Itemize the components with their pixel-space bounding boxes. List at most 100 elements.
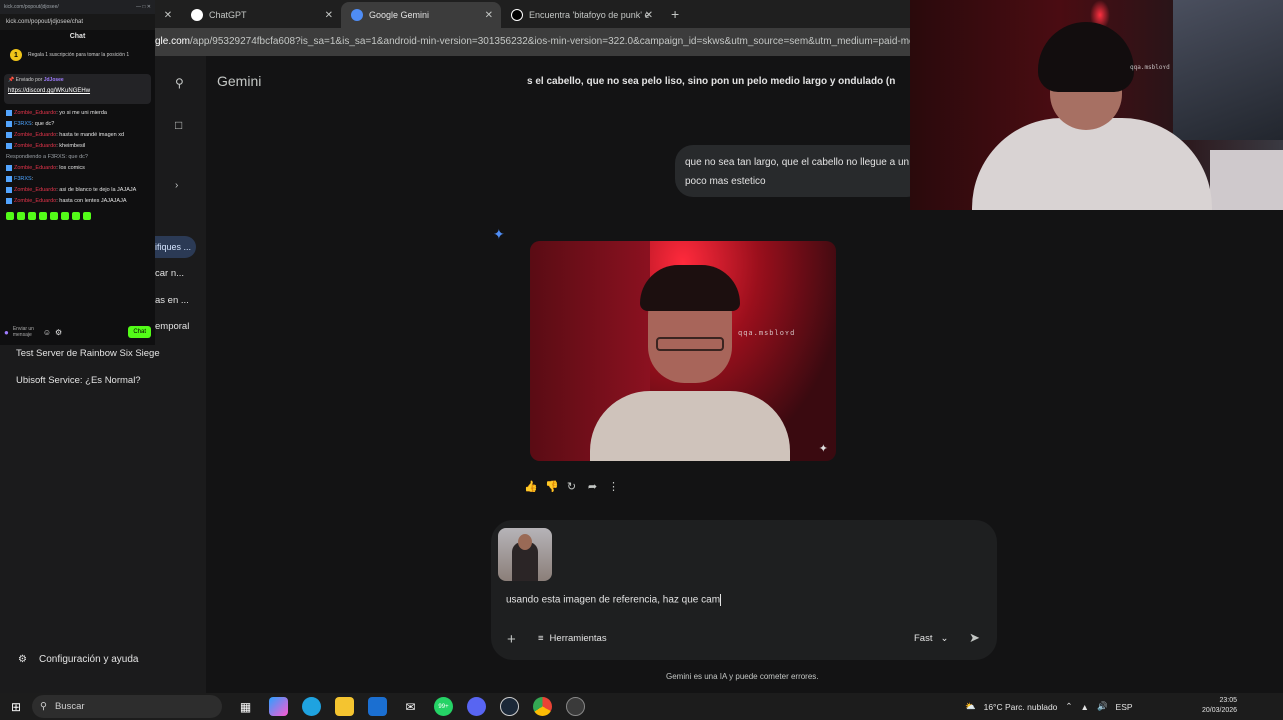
steam-icon[interactable]: [500, 697, 519, 716]
chat-message: F3RXS: que dc?: [6, 120, 149, 128]
taskbar: ⊞ ⚲ Buscar ▦ ✉ 99+ ⛅ 16°C Parc. nublado …: [0, 693, 1283, 720]
user-badge-icon: [6, 197, 12, 204]
text-caret: [720, 594, 722, 606]
chevron-up-icon[interactable]: ⌃: [1065, 701, 1072, 712]
task-view-icon[interactable]: ▦: [236, 697, 255, 716]
chevron-down-icon: ⌄: [940, 633, 949, 644]
emote-icon[interactable]: [39, 212, 47, 220]
clock[interactable]: 23:05 20/03/2026: [1202, 696, 1237, 716]
kick-chat-input[interactable]: ● Enviar un mensaje ☺ ⚙ Chat: [0, 319, 155, 345]
chat-username[interactable]: F3RXS: [14, 176, 32, 182]
chat-username[interactable]: Zombie_Eduardo: [14, 165, 56, 171]
sidebar-item[interactable]: as en ...: [155, 295, 203, 306]
sub-goal: 1 Regala 1 suscripción para tomar la pos…: [0, 44, 155, 66]
close-icon[interactable]: ✕: [645, 10, 653, 21]
sidebar-item[interactable]: car n...: [155, 268, 203, 279]
edge-icon[interactable]: [302, 697, 321, 716]
disclaimer: Gemini es una IA y puede cometer errores…: [666, 672, 819, 681]
discord-icon[interactable]: [467, 697, 486, 716]
chat-username[interactable]: Zombie_Eduardo: [14, 187, 56, 193]
chat-message: Zombie_Eduardo: hasta te mandé imagen xd: [6, 131, 149, 139]
pinned-by-user: JdJosee: [43, 77, 64, 83]
sidebar-item[interactable]: Test Server de Rainbow Six Siege: [16, 348, 160, 359]
chat-username[interactable]: Zombie_Eduardo: [14, 132, 56, 138]
image-overlay-text: qqa.msbloʏd: [738, 329, 796, 337]
mic-icon[interactable]: ●: [4, 328, 9, 337]
weather-icon[interactable]: ⛅: [965, 701, 976, 712]
address-bar[interactable]: gle.com/app/95329274fbcfa608?is_sa=1&is_…: [155, 28, 915, 56]
new-tab-button[interactable]: +: [661, 6, 689, 28]
chevron-right-icon[interactable]: ›: [175, 180, 178, 191]
whatsapp-icon[interactable]: 99+: [434, 697, 453, 716]
close-icon[interactable]: ✕: [155, 2, 181, 28]
generated-image[interactable]: qqa.msbloʏd ✦: [530, 241, 836, 461]
search-icon[interactable]: ⚲: [175, 76, 184, 90]
taskbar-apps: ▦ ✉ 99+: [236, 697, 585, 716]
chat-message-text: : hasta te mandé imagen xd: [56, 132, 125, 138]
close-icon[interactable]: ✕: [485, 10, 493, 21]
regenerate-icon[interactable]: ↻: [566, 480, 577, 493]
attached-image-thumbnail[interactable]: [498, 528, 552, 581]
windows-start-icon[interactable]: ⊞: [0, 700, 32, 714]
sidebar-item[interactable]: Ubisoft Service: ¿Es Normal?: [16, 375, 141, 386]
emote-icon[interactable]: [61, 212, 69, 220]
emote-icon[interactable]: [28, 212, 36, 220]
chat-message: Zombie_Eduardo: yo si me uni mierda: [6, 109, 149, 117]
emote-icon[interactable]: [72, 212, 80, 220]
tab-chatgpt[interactable]: ChatGPT ✕: [181, 2, 341, 28]
thumbs-up-icon[interactable]: 👍: [524, 480, 538, 493]
add-attachment-icon[interactable]: +: [507, 631, 516, 648]
emote-icon[interactable]: [83, 212, 91, 220]
chat-message: Zombie_Eduardo: los comics: [6, 164, 149, 172]
emote-icon[interactable]: [50, 212, 58, 220]
chat-username[interactable]: F3RXS: [14, 121, 32, 127]
mail-icon[interactable]: ✉: [401, 697, 420, 716]
close-icon[interactable]: ✕: [325, 10, 333, 21]
sidebar-item-active[interactable]: ifiques ...: [155, 236, 196, 258]
tab-gemini[interactable]: Google Gemini ✕: [341, 2, 501, 28]
more-options-icon[interactable]: ⋮: [608, 480, 619, 493]
chat-username[interactable]: Zombie_Eduardo: [14, 143, 56, 149]
chat-send-button[interactable]: Chat: [128, 326, 151, 338]
chat-message-text: : que dc?: [31, 121, 55, 127]
tab-tiktok[interactable]: Encuentra 'bitafoyo de punk' en ✕: [501, 2, 661, 28]
prompt-composer[interactable]: usando esta imagen de referencia, haz qu…: [491, 520, 997, 660]
sparkle-icon: ✦: [818, 443, 828, 455]
app-title[interactable]: Gemini: [217, 73, 261, 89]
emote-icon[interactable]: [17, 212, 25, 220]
new-chat-icon[interactable]: □: [175, 118, 182, 132]
weather-text[interactable]: 16°C Parc. nublado: [984, 702, 1058, 712]
emote-icon[interactable]: [6, 212, 14, 220]
settings-icon[interactable]: ⚙: [55, 328, 62, 337]
chat-message-text: : kheimbesil: [56, 143, 86, 149]
chat-message: Zombie_Eduardo: hasta con lentes JAJAJAJ…: [6, 197, 149, 205]
send-icon[interactable]: ➤: [969, 630, 980, 646]
chat-message-text: Respondiendo a F3RXS: que dc?: [6, 154, 88, 160]
tools-button[interactable]: ≡ Herramientas: [538, 633, 607, 644]
store-icon[interactable]: [368, 697, 387, 716]
sidebar-item[interactable]: emporal: [155, 321, 203, 332]
chat-username[interactable]: Zombie_Eduardo: [14, 110, 56, 116]
window-controls[interactable]: — □ ✕: [136, 4, 151, 10]
file-explorer-icon[interactable]: [335, 697, 354, 716]
webcam-overlay: qqa.msbloʏd: [910, 0, 1283, 210]
chrome-icon[interactable]: [533, 697, 552, 716]
thumbs-down-icon[interactable]: 👎: [545, 480, 559, 493]
settings-and-help[interactable]: ⚙ Configuración y ayuda: [18, 654, 138, 665]
emoji-icon[interactable]: ☺: [43, 328, 51, 337]
user-badge-icon: [6, 109, 12, 116]
share-icon[interactable]: ➦: [587, 480, 598, 493]
copilot-icon[interactable]: [269, 697, 288, 716]
language-indicator[interactable]: ESP: [1116, 702, 1133, 712]
network-icon[interactable]: ▲: [1081, 702, 1089, 712]
chat-username[interactable]: Zombie_Eduardo: [14, 198, 56, 204]
obs-icon[interactable]: [566, 697, 585, 716]
pinned-link[interactable]: https://discord.gg/WKuNGEHw: [8, 88, 147, 94]
mode-label: Fast: [914, 633, 933, 644]
emote-bar[interactable]: [0, 210, 155, 222]
taskbar-search[interactable]: ⚲ Buscar: [32, 695, 222, 718]
volume-icon[interactable]: 🔊: [1097, 701, 1108, 712]
model-mode-selector[interactable]: Fast ⌄: [914, 633, 948, 644]
prompt-input[interactable]: usando esta imagen de referencia, haz qu…: [506, 594, 722, 606]
user-badge-icon: [6, 131, 12, 138]
